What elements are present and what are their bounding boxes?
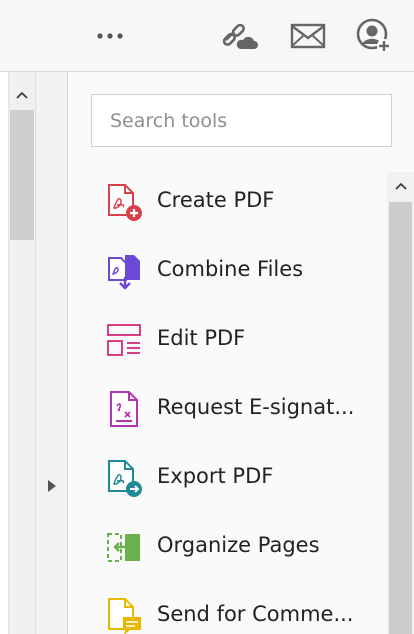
create-pdf-icon <box>105 183 145 223</box>
tool-request-esignatures[interactable]: Request E-signat... <box>69 376 387 445</box>
document-scrollbar[interactable] <box>8 72 36 634</box>
tool-label: Send for Comme... <box>157 602 354 626</box>
tool-send-for-comments[interactable]: Send for Comme... <box>69 583 387 634</box>
tool-edit-pdf[interactable]: Edit PDF <box>69 307 387 376</box>
tool-export-pdf[interactable]: Export PDF <box>69 445 387 514</box>
tool-organize-pages[interactable]: Organize Pages <box>69 514 387 583</box>
send-for-comment-icon <box>105 597 145 634</box>
request-esign-icon <box>105 390 145 430</box>
edit-pdf-icon <box>105 321 145 361</box>
scroll-up-icon[interactable] <box>387 174 414 198</box>
export-pdf-icon <box>105 459 145 499</box>
tool-label: Organize Pages <box>157 533 320 557</box>
document-scroll-thumb[interactable] <box>10 110 34 240</box>
organize-pages-icon <box>105 528 145 568</box>
mail-icon[interactable] <box>288 16 328 56</box>
tool-combine-files[interactable]: Combine Files <box>69 238 387 307</box>
pane-divider <box>36 72 68 634</box>
more-options-icon[interactable] <box>90 16 130 56</box>
tool-label: Create PDF <box>157 188 275 212</box>
tool-label: Combine Files <box>157 257 304 281</box>
tool-label: Export PDF <box>157 464 274 488</box>
tools-scrollbar[interactable] <box>387 172 414 634</box>
search-tools-input[interactable] <box>91 94 392 147</box>
account-icon[interactable] <box>354 16 394 56</box>
share-link-icon[interactable] <box>220 16 260 56</box>
tool-create-pdf[interactable]: Create PDF <box>69 169 387 238</box>
combine-files-icon <box>105 252 145 292</box>
tool-label: Edit PDF <box>157 326 246 350</box>
tools-pane: Create PDF Combine Files <box>69 72 414 634</box>
expand-pane-icon[interactable] <box>44 475 60 497</box>
tools-list: Create PDF Combine Files Edit PDF Reques… <box>69 169 387 634</box>
tools-scroll-thumb[interactable] <box>389 202 412 634</box>
top-toolbar <box>0 0 414 72</box>
scroll-up-icon[interactable] <box>9 84 35 106</box>
tool-label: Request E-signat... <box>157 395 355 419</box>
